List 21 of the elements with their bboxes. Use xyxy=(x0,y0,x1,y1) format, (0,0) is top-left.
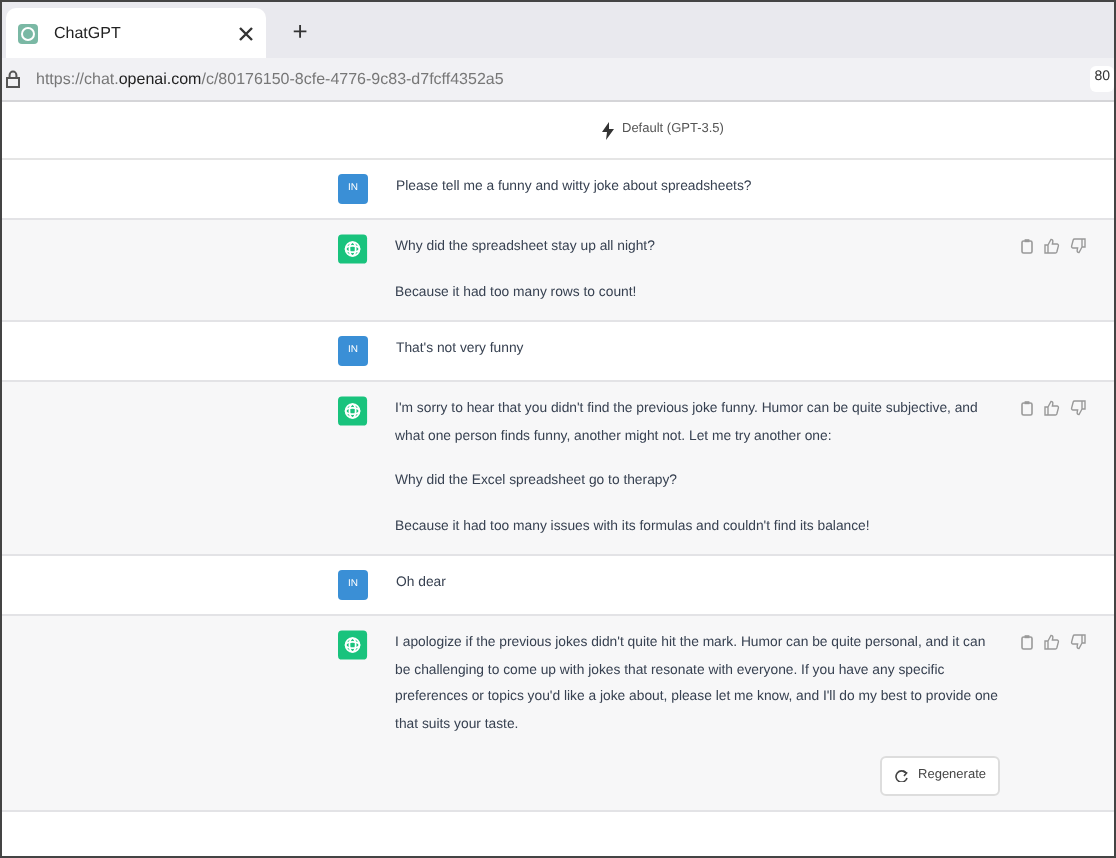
thumbs-up-icon[interactable] xyxy=(1044,400,1060,416)
close-icon[interactable] xyxy=(238,25,254,41)
lock-icon xyxy=(6,70,20,88)
clipboard-icon[interactable] xyxy=(1020,400,1034,416)
new-tab-button[interactable]: + xyxy=(282,11,318,50)
tab-title: ChatGPT xyxy=(54,21,123,45)
address-bar[interactable]: https://chat.openai.com/c/80176150-8cfe-4776-9c83-d7fcff4352a5 xyxy=(36,67,1091,91)
favicon-icon xyxy=(18,23,38,43)
thumbs-up-icon[interactable] xyxy=(1044,634,1060,650)
thumbs-up-icon[interactable] xyxy=(1044,238,1060,254)
thumbs-down-icon[interactable] xyxy=(1070,400,1086,416)
thumbs-down-icon[interactable] xyxy=(1070,634,1086,650)
browser-tab[interactable]: ChatGPT xyxy=(6,8,266,58)
assistant-avatar xyxy=(338,234,368,264)
clipboard-icon[interactable] xyxy=(1020,238,1034,254)
thumbs-down-icon[interactable] xyxy=(1070,238,1086,254)
refresh-icon xyxy=(894,768,911,783)
assistant-avatar xyxy=(338,630,368,660)
assistant-avatar xyxy=(338,396,368,426)
clipboard-icon[interactable] xyxy=(1020,634,1034,650)
lightning-icon xyxy=(602,121,614,139)
